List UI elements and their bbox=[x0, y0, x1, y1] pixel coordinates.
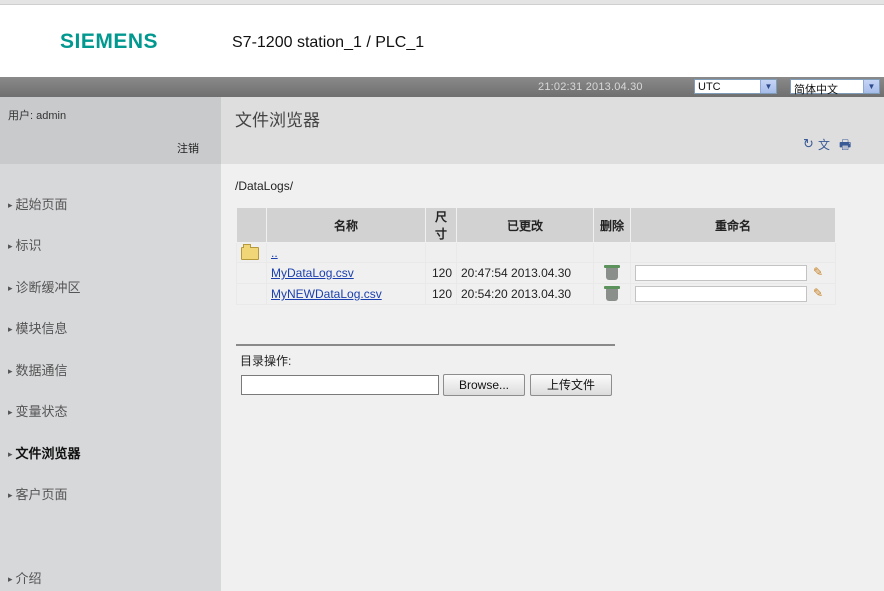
pencil-icon[interactable]: ✎ bbox=[813, 286, 823, 300]
sidebar-item-user-pages[interactable]: ▸ 客户页面 bbox=[8, 484, 68, 503]
chevron-down-icon[interactable]: ▼ bbox=[760, 80, 776, 93]
user-label: 用户: admin bbox=[8, 110, 67, 122]
triangle-right-icon: ▸ bbox=[8, 366, 13, 376]
browse-button[interactable]: Browse... bbox=[443, 374, 525, 396]
column-header-name: 名称 bbox=[266, 207, 426, 243]
chevron-down-icon[interactable]: ▼ bbox=[863, 80, 879, 93]
clock-time: 21:02:31 bbox=[538, 81, 583, 93]
print-icon[interactable]: 🖶 bbox=[839, 136, 851, 158]
triangle-right-icon: ▸ bbox=[8, 241, 13, 251]
timezone-value: UTC bbox=[698, 81, 721, 93]
sidebar-item-label: 标识 bbox=[15, 238, 42, 253]
triangle-right-icon: ▸ bbox=[8, 324, 13, 334]
rename-input[interactable] bbox=[635, 286, 807, 302]
table-header-row: 名称 尺寸 已更改 删除 重命名 bbox=[236, 207, 836, 243]
sidebar-item-communication[interactable]: ▸ 数据通信 bbox=[8, 360, 68, 379]
language-select[interactable]: 简体中文 ▼ bbox=[790, 79, 880, 96]
triangle-right-icon: ▸ bbox=[8, 200, 13, 210]
siemens-logo: SIEMENS bbox=[60, 30, 159, 53]
sidebar-item-start-page[interactable]: ▸ 起始页面 bbox=[8, 194, 68, 213]
triangle-right-icon: ▸ bbox=[8, 283, 13, 293]
status-bar: 21:02:31 2013.04.30 UTC ▼ 简体中文 ▼ bbox=[0, 77, 884, 97]
table-row: MyNEWDataLog.csv 120 20:54:20 2013.04.30… bbox=[236, 283, 836, 305]
sidebar-item-label: 客户页面 bbox=[15, 487, 68, 502]
language-icon[interactable]: 文 bbox=[818, 136, 830, 153]
clock: 21:02:31 2013.04.30 bbox=[538, 81, 643, 93]
file-table: 名称 尺寸 已更改 删除 重命名 .. MyDataLog.csv 120 20… bbox=[236, 207, 836, 305]
dir-ops-label: 目录操作: bbox=[240, 354, 292, 368]
main-content: 文件浏览器 ↻ 文 🖶 /DataLogs/ 名称 尺寸 已更改 删除 重命名 … bbox=[221, 97, 884, 591]
column-header-delete: 删除 bbox=[593, 207, 631, 243]
title-box: 文件浏览器 ↻ 文 🖶 bbox=[221, 97, 884, 164]
timezone-select[interactable]: UTC ▼ bbox=[694, 79, 777, 94]
current-path: /DataLogs/ bbox=[235, 179, 294, 193]
sidebar-item-label: 变量状态 bbox=[15, 404, 68, 419]
column-header-modified: 已更改 bbox=[456, 207, 594, 243]
parent-dir-cell: .. bbox=[266, 242, 426, 263]
file-modified: 20:47:54 2013.04.30 bbox=[456, 262, 594, 284]
clock-date: 2013.04.30 bbox=[585, 81, 643, 93]
station-title: S7-1200 station_1 / PLC_1 bbox=[232, 34, 425, 51]
sidebar: 用户: admin 注销 ▸ 起始页面 ▸ 标识 ▸ 诊断缓冲区 ▸ 模块信息 ▸ 数据通… bbox=[0, 97, 221, 591]
column-header-icon bbox=[236, 207, 267, 243]
upload-file-path-field[interactable] bbox=[241, 375, 439, 395]
trash-icon[interactable] bbox=[604, 265, 620, 281]
folder-icon[interactable] bbox=[241, 243, 259, 260]
logout-link[interactable]: 注销 bbox=[177, 140, 199, 156]
top-border bbox=[0, 0, 884, 5]
triangle-right-icon: ▸ bbox=[8, 574, 13, 584]
sidebar-item-label: 模块信息 bbox=[15, 321, 68, 336]
column-header-size: 尺寸 bbox=[425, 207, 457, 243]
sidebar-item-label: 介绍 bbox=[15, 571, 42, 586]
refresh-icon[interactable]: ↻ bbox=[803, 136, 814, 152]
language-value: 简体中文 bbox=[794, 84, 838, 96]
file-link[interactable]: MyDataLog.csv bbox=[271, 266, 354, 280]
sidebar-item-module-info[interactable]: ▸ 模块信息 bbox=[8, 318, 68, 337]
sidebar-item-diagnostic-buffer[interactable]: ▸ 诊断缓冲区 bbox=[8, 277, 81, 296]
sidebar-item-label: 数据通信 bbox=[15, 363, 68, 378]
page-title: 文件浏览器 bbox=[235, 111, 320, 130]
file-modified: 20:54:20 2013.04.30 bbox=[456, 283, 594, 305]
sidebar-item-introduction[interactable]: ▸ 介绍 bbox=[8, 568, 42, 587]
file-size: 120 bbox=[425, 283, 457, 305]
parent-dir-link[interactable]: .. bbox=[271, 246, 278, 260]
column-header-rename: 重命名 bbox=[630, 207, 836, 243]
sidebar-item-variable-status[interactable]: ▸ 变量状态 bbox=[8, 401, 68, 420]
user-box: 用户: admin 注销 bbox=[0, 97, 221, 164]
sidebar-item-label: 文件浏览器 bbox=[15, 446, 81, 461]
triangle-right-icon: ▸ bbox=[8, 490, 13, 500]
trash-icon[interactable] bbox=[604, 286, 620, 302]
file-size: 120 bbox=[425, 262, 457, 284]
folder-cell bbox=[236, 242, 267, 263]
sidebar-item-file-browser[interactable]: ▸ 文件浏览器 bbox=[8, 443, 81, 462]
triangle-right-icon: ▸ bbox=[8, 407, 13, 417]
rename-input[interactable] bbox=[635, 265, 807, 281]
file-link[interactable]: MyNEWDataLog.csv bbox=[271, 287, 382, 301]
upload-file-button[interactable]: 上传文件 bbox=[530, 374, 612, 396]
table-row: .. bbox=[236, 242, 836, 263]
sidebar-item-identification[interactable]: ▸ 标识 bbox=[8, 235, 42, 254]
sidebar-item-label: 起始页面 bbox=[15, 197, 68, 212]
divider bbox=[236, 344, 615, 346]
pencil-icon[interactable]: ✎ bbox=[813, 265, 823, 279]
table-row: MyDataLog.csv 120 20:47:54 2013.04.30 ✎ bbox=[236, 262, 836, 284]
sidebar-item-label: 诊断缓冲区 bbox=[15, 280, 81, 295]
triangle-right-icon: ▸ bbox=[8, 449, 13, 459]
